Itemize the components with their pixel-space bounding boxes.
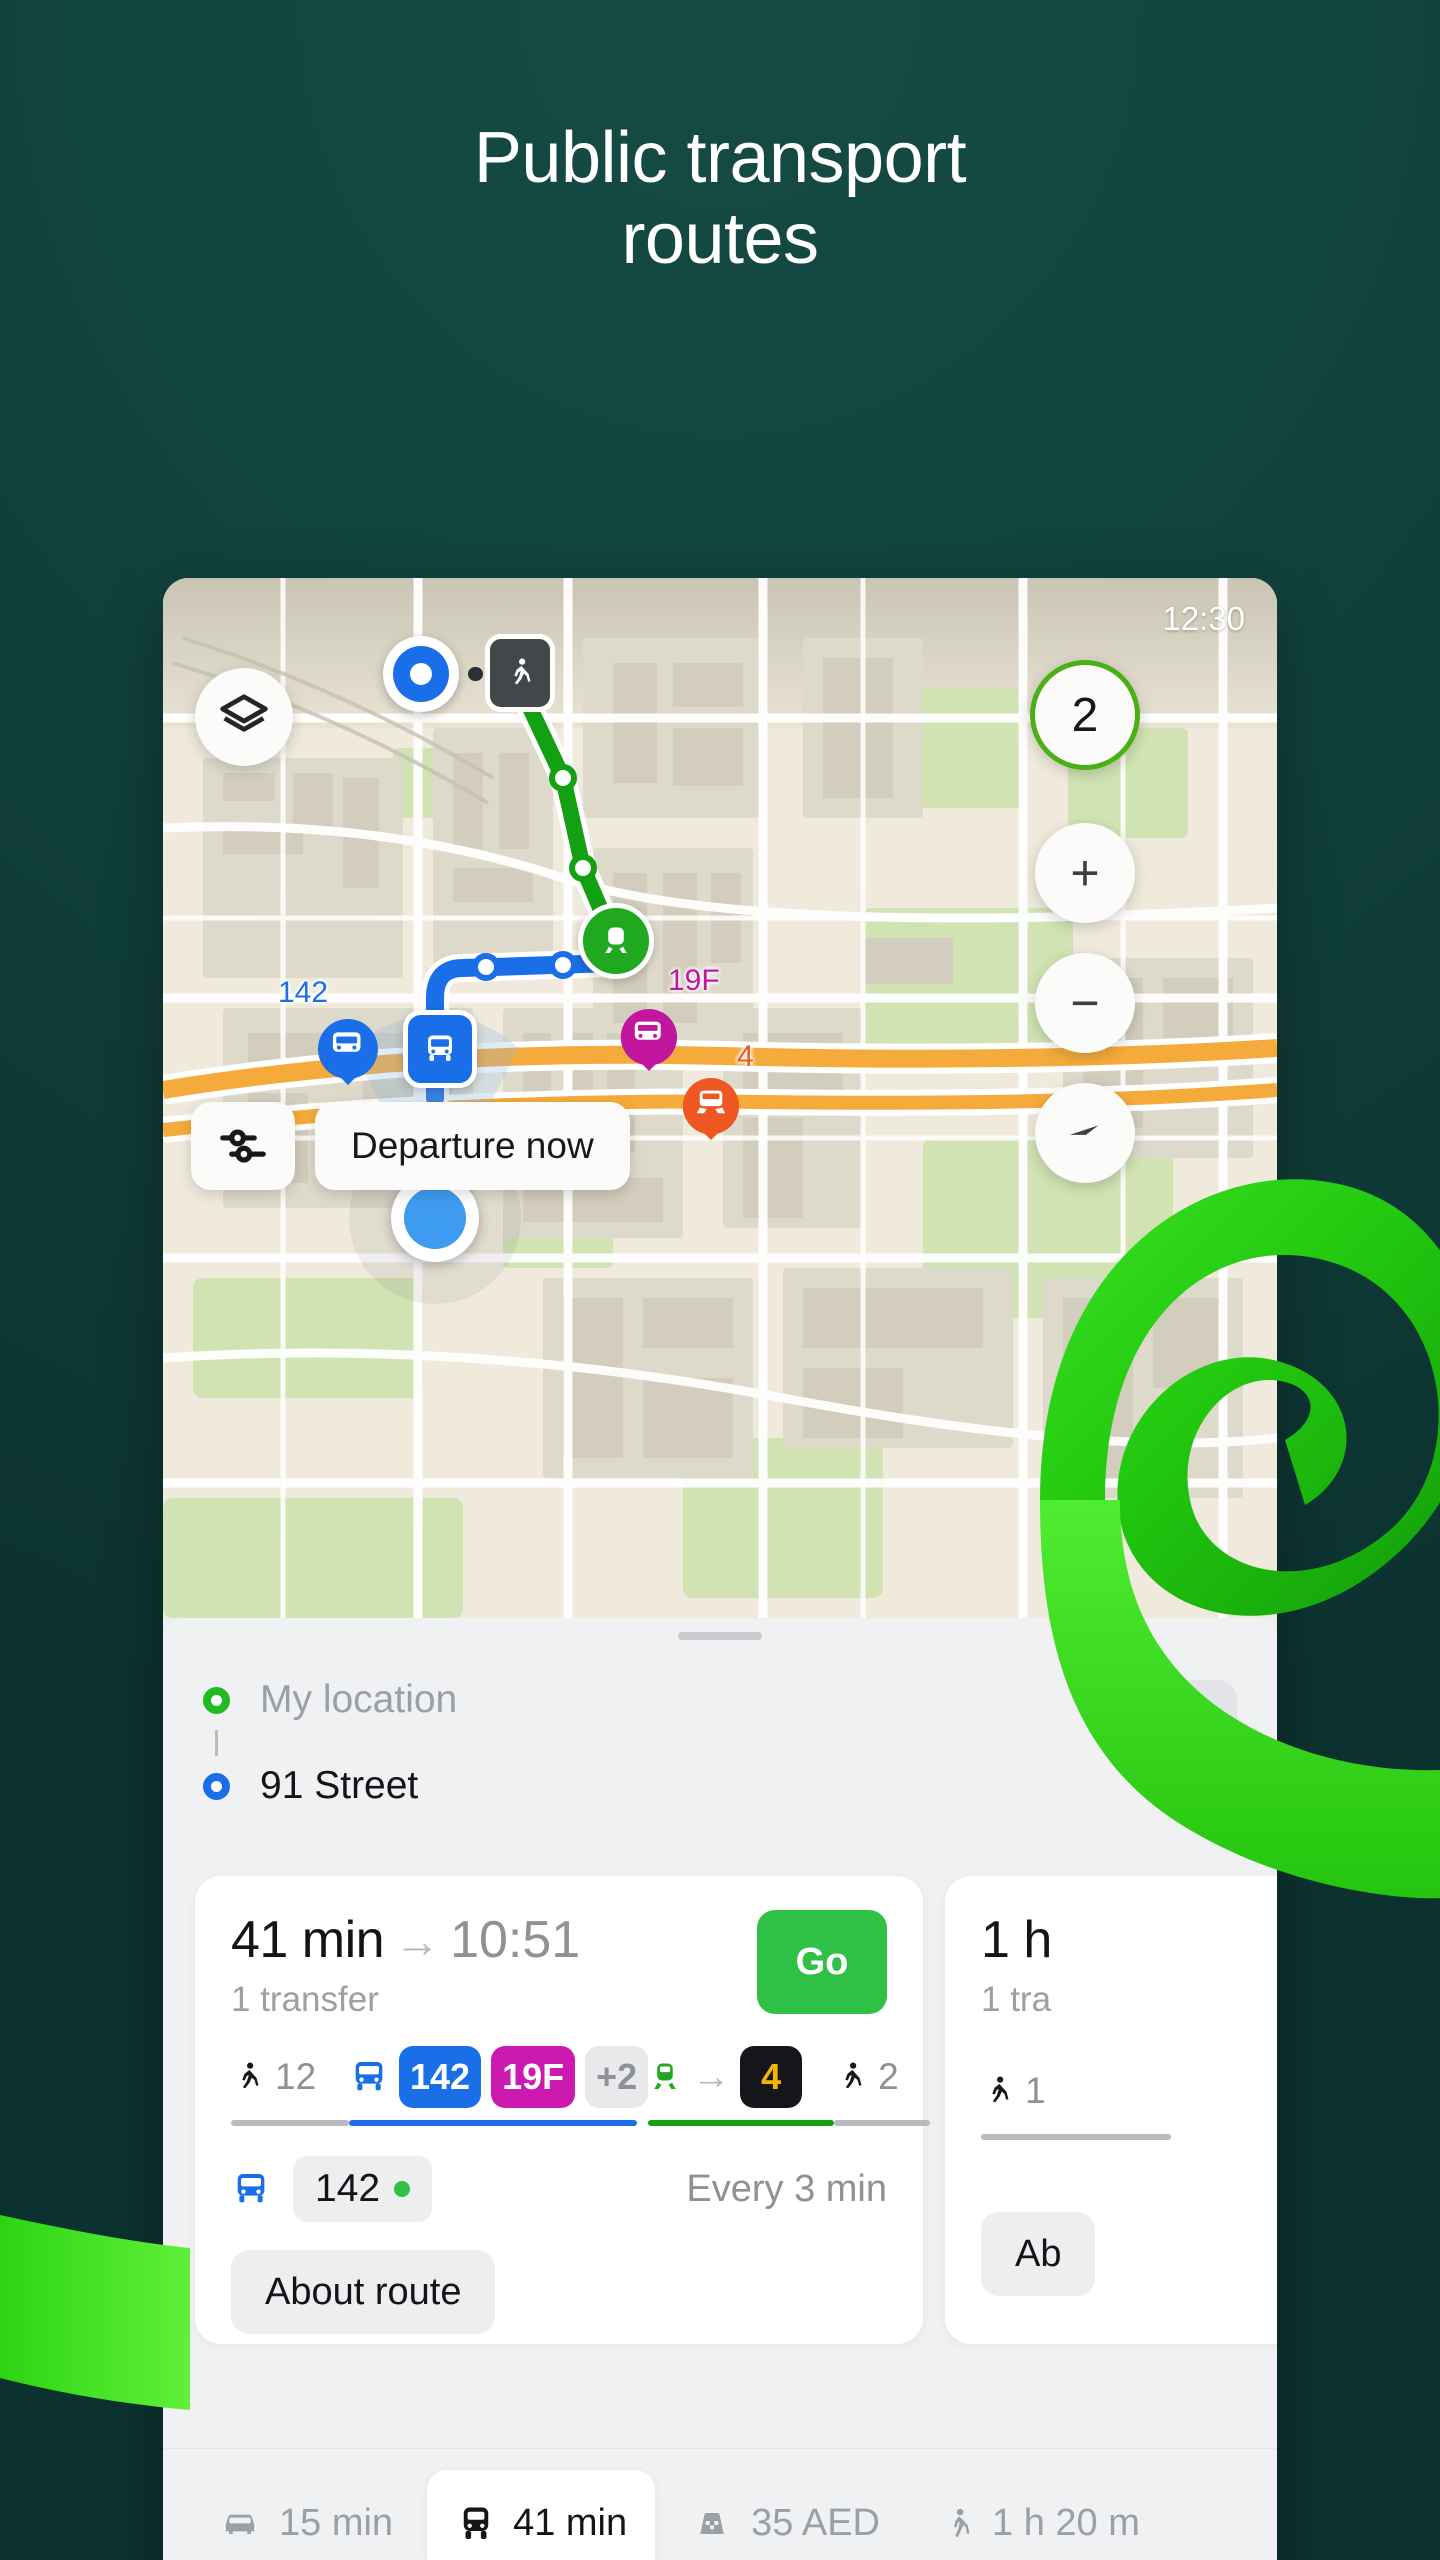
leg-walk-end-minutes: 2: [878, 2056, 899, 2097]
origin-dot-icon: [203, 1686, 230, 1714]
route-frequency: Every 3 min: [686, 2167, 887, 2210]
leg-walk-end: 2: [834, 2046, 931, 2126]
tab-taxi-label: 35 AED: [751, 2502, 880, 2544]
route-badge-142[interactable]: 142: [399, 2046, 482, 2108]
route-badge-4[interactable]: 4: [740, 2046, 803, 2108]
route-card[interactable]: 41 min → 10:51 1 transfer Go 12 142 19F …: [195, 1876, 931, 2344]
route-arrow-icon: →: [394, 1915, 441, 1967]
tab-transit-label: 41 min: [513, 2502, 628, 2544]
route-legs: 12 142 19F +2 → 4 2: [231, 2046, 931, 2126]
about-route-button-secondary[interactable]: Ab: [981, 2212, 1096, 2296]
leg-walk-minutes: 12: [275, 2056, 317, 2097]
destination-label: 91 Street: [260, 1764, 419, 1807]
map-marker-label-142: 142: [278, 976, 329, 1009]
leg-bus: 142 19F +2: [349, 2046, 649, 2126]
route-badge-19F[interactable]: 19F: [491, 2046, 576, 2108]
leg-train: → 4: [648, 2046, 835, 2126]
bus-stop-marker-142[interactable]: [315, 1016, 381, 1088]
route-duration: 41 min: [231, 1911, 385, 1969]
sheet-drag-handle[interactable]: [678, 1632, 762, 1640]
page-title: Public transport routes: [0, 118, 1440, 279]
destination-dot-icon: [203, 1772, 230, 1800]
walking-person-icon: [845, 2062, 862, 2089]
map-canvas[interactable]: 142 19F 4 12:30 2 + − Departure now: [163, 578, 1277, 1618]
route-eta: 10:51: [450, 1911, 581, 1969]
phone-mockup: 142 19F 4 12:30 2 + − Departure now My l…: [163, 578, 1277, 2560]
about-route-button[interactable]: About route: [231, 2250, 496, 2334]
route-line-pill[interactable]: 142: [293, 2156, 433, 2222]
tram-stop-marker-4[interactable]: [680, 1075, 742, 1143]
status-bar-time: 12:30: [1162, 600, 1245, 637]
tab-car[interactable]: 15 min: [189, 2470, 421, 2560]
bus-stop-marker-19F[interactable]: [618, 1006, 680, 1074]
origin-label: My location: [260, 1678, 458, 1721]
zoom-in-button[interactable]: +: [1035, 823, 1135, 923]
map-marker-label-4: 4: [737, 1040, 754, 1073]
swap-arrows-icon: [1174, 1710, 1206, 1744]
route-line-row: 142 Every 3 min: [231, 2156, 887, 2222]
bus-icon: [355, 2062, 383, 2091]
origin-row[interactable]: My location: [203, 1670, 1143, 1730]
about-route-label: About route: [265, 2270, 462, 2313]
compass-icon[interactable]: [1035, 1083, 1135, 1183]
minus-icon: −: [1070, 975, 1100, 1031]
car-icon: [225, 2514, 255, 2534]
walking-icon: [953, 2508, 970, 2537]
about-route-label-secondary: Ab: [1015, 2232, 1062, 2275]
zoom-out-button[interactable]: −: [1035, 953, 1135, 1053]
route-transfers: 1 transfer: [231, 1980, 379, 2019]
bus-board-marker[interactable]: [403, 1010, 477, 1088]
leg-walk-minutes-secondary: 1: [1025, 2070, 1046, 2111]
tab-walk[interactable]: 1 h 20 m: [914, 2470, 1168, 2560]
map-zoom-level-value: 2: [1071, 688, 1099, 742]
bus-icon: [463, 2507, 489, 2539]
tab-taxi[interactable]: 35 AED: [661, 2470, 908, 2560]
go-button[interactable]: Go: [757, 1910, 887, 2014]
endpoints-connector: [215, 1730, 218, 1756]
route-transfers-secondary: 1 tra: [981, 1980, 1052, 2019]
train-icon: [654, 2063, 676, 2090]
leg-train-arrow-icon: →: [692, 2055, 731, 2098]
live-status-dot: [394, 2181, 411, 2197]
route-badge-more[interactable]: +2: [585, 2046, 649, 2108]
departure-time-chip[interactable]: Departure now: [315, 1102, 630, 1190]
page-title-line-2: routes: [621, 198, 819, 279]
map-zoom-level-badge[interactable]: 2: [1030, 660, 1140, 770]
taxi-icon: [700, 2512, 724, 2534]
walking-person-icon: [242, 2062, 259, 2089]
leg-walk-secondary: 1: [981, 2060, 1171, 2140]
walking-person-icon: [485, 634, 555, 712]
walking-person-icon: [992, 2076, 1009, 2103]
settings-sliders-icon[interactable]: [191, 1102, 295, 1190]
tab-transit[interactable]: 41 min: [427, 2469, 656, 2560]
tab-walk-label: 1 h 20 m: [992, 2502, 1140, 2544]
transport-mode-tabbar[interactable]: 15 min 41 min 35 AED 1 h 20 m: [163, 2448, 1277, 2560]
page-title-line-1: Public transport: [473, 118, 967, 198]
route-endpoints: My location 91 Street: [163, 1640, 1277, 1840]
leg-walk-start: 12: [231, 2046, 349, 2126]
plus-icon: +: [1070, 845, 1100, 901]
tab-car-label: 15 min: [279, 2502, 394, 2544]
bus-icon: [237, 2174, 265, 2203]
destination-row[interactable]: 91 Street: [203, 1756, 1143, 1816]
train-station-marker[interactable]: [578, 903, 654, 979]
route-card-secondary[interactable]: 1 h 1 tra 1 Ab: [945, 1876, 1277, 2344]
swap-endpoints-button[interactable]: [1143, 1680, 1237, 1774]
departure-time-label: Departure now: [351, 1125, 594, 1166]
go-button-label: Go: [795, 1940, 849, 1983]
route-cards-row[interactable]: 41 min → 10:51 1 transfer Go 12 142 19F …: [163, 1876, 1277, 2344]
origin-location-dot: [383, 636, 459, 712]
map-marker-label-19F: 19F: [668, 964, 720, 997]
route-line-number: 142: [315, 2167, 381, 2210]
routes-bottom-sheet: My location 91 Street 41 min → 10:51 1 t…: [163, 1618, 1277, 2560]
route-duration-secondary: 1 h: [981, 1911, 1052, 1969]
layers-icon[interactable]: [195, 668, 293, 766]
